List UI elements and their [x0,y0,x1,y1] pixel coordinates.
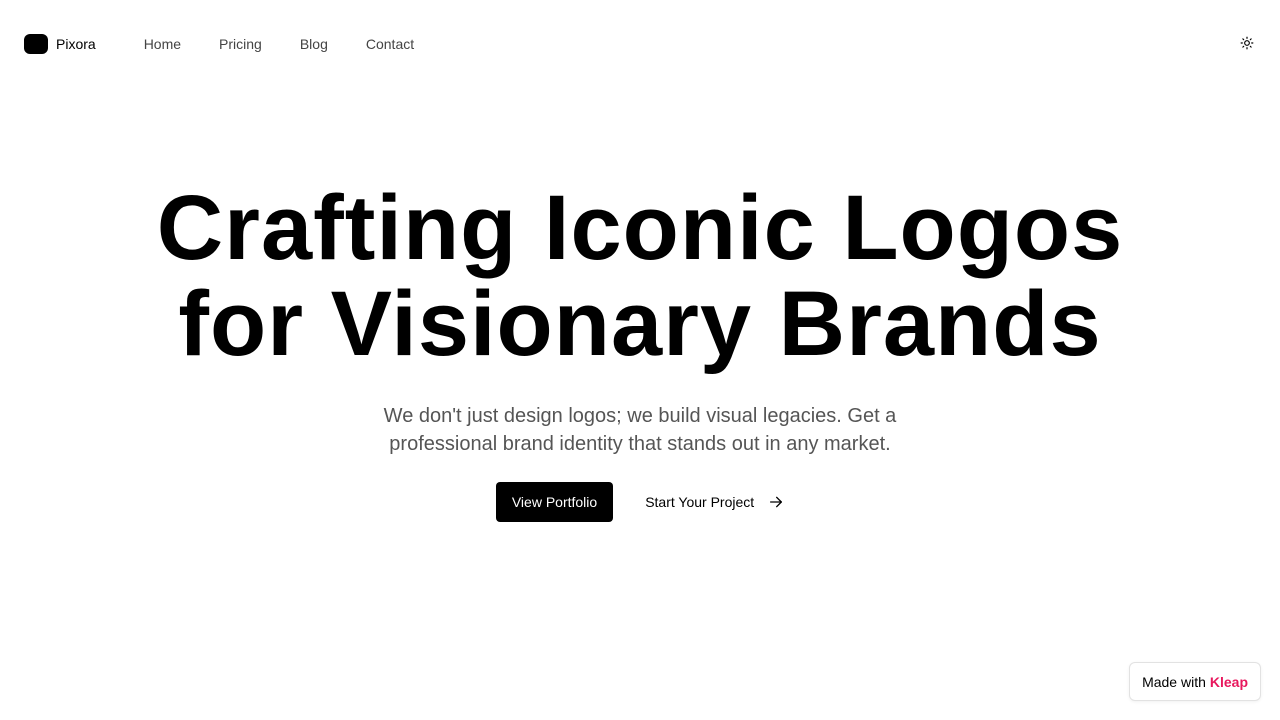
nav-contact-link[interactable]: Contact [366,36,414,52]
view-portfolio-button[interactable]: View Portfolio [495,482,614,522]
theme-toggle-button[interactable] [1238,34,1256,52]
badge-prefix: Made with [1142,673,1206,690]
sun-icon [1240,36,1254,50]
brand-link[interactable]: Pixora [24,34,96,54]
main-nav: Home Pricing Blog Contact [144,36,452,52]
nav-home-link[interactable]: Home [144,36,181,52]
hero-title-line-2: for Visionary Brands [178,273,1102,375]
hero-title: Crafting Iconic Logos for Visionary Bran… [90,180,1190,372]
page: Pixora Home Pricing Blog Contact Craftin… [0,0,1280,720]
brand-name: Pixora [56,36,96,52]
made-with-kleap-badge[interactable]: Made with Kleap [1129,662,1261,701]
header: Pixora Home Pricing Blog Contact [0,0,1280,88]
nav-blog-link[interactable]: Blog [300,36,328,52]
hero-section: Crafting Iconic Logos for Visionary Bran… [0,180,1280,522]
start-project-label: Start Your Project [645,494,755,510]
badge-brand: Kleap [1209,673,1248,690]
cta-row: View Portfolio Start Your Project [495,482,784,522]
arrow-right-icon [770,496,783,508]
hero-subtitle: We don't just design logos; we build vis… [383,405,897,455]
nav-pricing-link[interactable]: Pricing [219,36,262,52]
brand-logo-icon [24,34,48,54]
start-project-button[interactable]: Start Your Project [645,494,784,510]
hero-title-line-1: Crafting Iconic Logos [156,177,1124,279]
